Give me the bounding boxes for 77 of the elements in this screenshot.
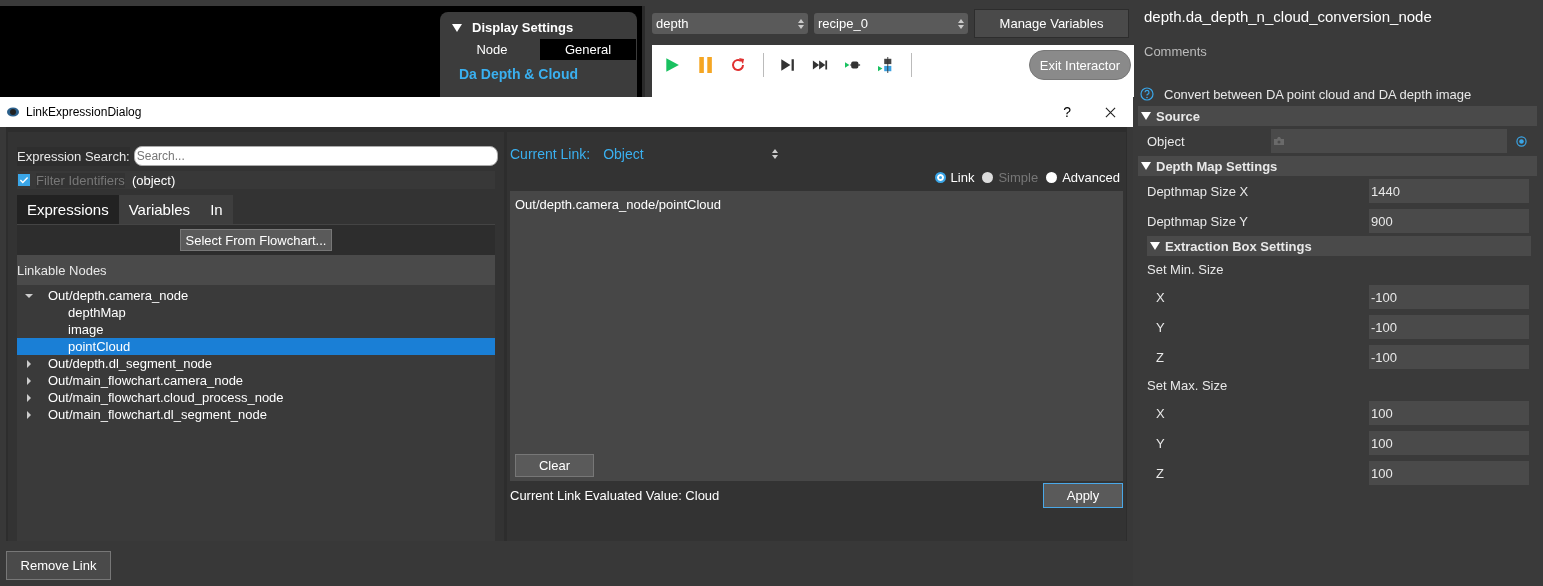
tab[interactable]: General: [540, 39, 636, 60]
tree-item[interactable]: Out/depth.dl_segment_node: [17, 355, 495, 372]
search-field[interactable]: Search...: [133, 146, 498, 166]
number-field[interactable]: -100: [1369, 345, 1529, 369]
clear-button[interactable]: Clear: [515, 454, 594, 477]
tree-item[interactable]: Out/main_flowchart.camera_node: [17, 372, 495, 389]
radio-option[interactable]: Advanced: [1046, 170, 1120, 185]
subsection-header[interactable]: Extraction Box Settings: [1147, 236, 1531, 256]
number-field[interactable]: -100: [1369, 315, 1529, 339]
number-field[interactable]: 100: [1369, 431, 1529, 455]
property-label: X: [1155, 405, 1166, 421]
help-icon[interactable]: [1140, 87, 1154, 101]
window-title: LinkExpressionDialog: [26, 105, 142, 119]
comments-label: Comments: [1143, 43, 1208, 61]
help-button[interactable]: ?: [1063, 104, 1071, 120]
checkbox-label: Filter Identifiers: [36, 172, 125, 188]
section-header[interactable]: Depth Map Settings: [1138, 156, 1537, 176]
number-field[interactable]: 100: [1369, 461, 1529, 485]
collapse-arrow-icon: [1150, 241, 1160, 251]
property-label: Depthmap Size X: [1147, 183, 1250, 199]
node-heading: Da Depth & Cloud: [458, 65, 579, 82]
close-icon[interactable]: [1105, 106, 1116, 118]
number-field[interactable]: 100: [1369, 401, 1529, 425]
camera-icon: [1274, 137, 1284, 145]
tab[interactable]: Expressions: [17, 195, 119, 224]
tree-item[interactable]: Out/depth.camera_node: [17, 287, 495, 304]
number-field[interactable]: 1440: [1369, 179, 1529, 203]
radio-option[interactable]: Link: [934, 170, 975, 185]
run-block-icon[interactable]: [878, 57, 894, 73]
tab[interactable]: In: [200, 195, 233, 224]
node-description: Convert between DA point cloud and DA depth image: [1164, 86, 1472, 102]
apply-button[interactable]: Apply: [1043, 482, 1123, 508]
property-label: Depthmap Size Y: [1147, 213, 1249, 229]
number-field[interactable]: -100: [1369, 285, 1529, 309]
evaluated-value: Current Link Evaluated Value: Cloud: [510, 487, 720, 503]
property-label: X: [1155, 289, 1166, 305]
target-icon[interactable]: [1516, 135, 1527, 147]
current-link-dropdown[interactable]: Object: [603, 146, 779, 162]
section-header[interactable]: Source: [1138, 106, 1537, 126]
spinner-arrows-icon: [798, 18, 804, 29]
group-label: Set Min. Size: [1146, 260, 1225, 279]
reload-icon[interactable]: [730, 57, 746, 73]
current-link-label: Current Link:: [510, 146, 591, 162]
tree-item[interactable]: image: [17, 321, 495, 338]
type-label: (object): [131, 172, 176, 188]
collapse-arrow-icon: [452, 22, 462, 33]
number-field[interactable]: 900: [1369, 209, 1529, 233]
collapse-arrow-icon: [1141, 111, 1151, 121]
collapse-arrow-icon[interactable]: [25, 291, 33, 300]
eye-icon: [6, 105, 20, 119]
object-field[interactable]: [1271, 129, 1507, 153]
node-title: depth.da_depth_n_cloud_conversion_node: [1143, 7, 1433, 25]
select-from-flowchart-button[interactable]: Select From Flowchart...: [179, 229, 333, 251]
remove-link-button[interactable]: Remove Link: [6, 551, 111, 580]
property-label: Y: [1155, 435, 1166, 451]
tree-item[interactable]: Out/main_flowchart.dl_segment_node: [17, 406, 495, 423]
expression-text[interactable]: Out/depth.camera_node/pointCloud: [515, 197, 1118, 212]
dropdown[interactable]: depth: [652, 13, 808, 34]
tab[interactable]: Node: [444, 39, 540, 60]
tree-item[interactable]: Out/main_flowchart.cloud_process_node: [17, 389, 495, 406]
collapse-arrow-icon: [1141, 161, 1151, 171]
dropdown[interactable]: recipe_0: [814, 13, 968, 34]
tree-header: Linkable Nodes: [17, 255, 495, 285]
spinner-arrows-icon: [958, 18, 964, 29]
tab[interactable]: Variables: [118, 195, 201, 224]
group-label: Set Max. Size: [1146, 376, 1229, 395]
property-label: Z: [1155, 465, 1165, 481]
panel-title[interactable]: Display Settings: [440, 12, 637, 35]
tree-item[interactable]: depthMap: [17, 304, 495, 321]
spinner-arrows-icon: [772, 149, 779, 159]
property-label: Y: [1155, 319, 1166, 335]
manage-variables-button[interactable]: Manage Variables: [974, 9, 1129, 38]
tree-item[interactable]: pointCloud: [17, 338, 495, 355]
property-label: Object: [1147, 133, 1186, 149]
step-icon[interactable]: [779, 57, 795, 73]
search-label: Expression Search:: [17, 146, 130, 166]
property-label: Z: [1155, 349, 1165, 365]
